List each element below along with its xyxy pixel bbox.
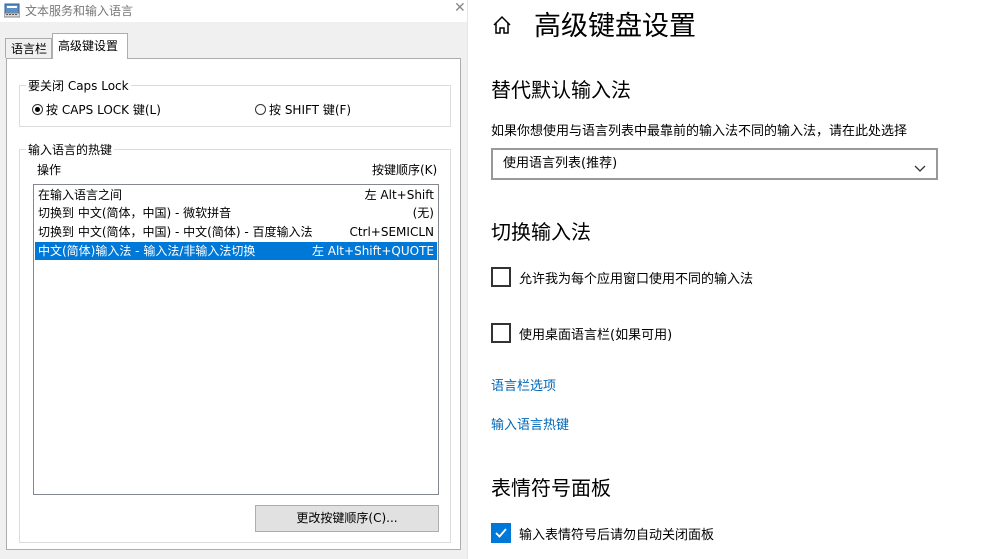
default-input-method-dropdown[interactable]: 使用语言列表(推荐) — [491, 148, 938, 180]
emoji-heading: 表情符号面板 — [491, 476, 611, 500]
change-key-sequence-button[interactable]: 更改按键顺序(C)... — [255, 505, 439, 532]
hotkey-action: 切换到 中文(简体，中国) - 微软拼音 — [38, 206, 232, 220]
list-item-selected[interactable]: 中文(简体)输入法 - 输入法/非输入法切换 左 Alt+Shift+QUOTE — [35, 242, 437, 260]
hotkey-keys: 左 Alt+Shift+QUOTE — [311, 244, 434, 258]
page-title: 高级键盘设置 — [534, 11, 696, 42]
list-item[interactable]: 在输入语言之间 左 Alt+Shift — [35, 186, 437, 204]
caps-lock-key-label: 按 CAPS LOCK 键(L) — [46, 103, 161, 117]
tab-language-bar[interactable]: 语言栏 — [5, 38, 52, 58]
keyboard-app-icon — [3, 2, 21, 18]
caps-lock-legend: 要关闭 Caps Lock — [26, 77, 131, 94]
radio-selected-icon — [32, 104, 43, 115]
hotkey-action: 中文(简体)输入法 - 输入法/非输入法切换 — [38, 244, 256, 258]
col-header-keys: 按键顺序(K) — [372, 163, 438, 177]
tab-advanced-key-settings[interactable]: 高级键设置 — [52, 33, 128, 59]
emoji-keep-open-label: 输入表情符号后请勿自动关闭面板 — [519, 528, 715, 543]
col-header-action: 操作 — [37, 163, 62, 177]
hotkey-keys: Ctrl+SEMICLN — [349, 225, 434, 239]
per-app-input-label: 允许我为每个应用窗口使用不同的输入法 — [519, 272, 754, 287]
list-item[interactable]: 切换到 中文(简体，中国) - 中文(简体) - 百度输入法 Ctrl+SEMI… — [35, 223, 437, 241]
emoji-keep-open-checkbox[interactable] — [491, 523, 511, 543]
input-language-hotkeys-link[interactable]: 输入语言热键 — [491, 414, 569, 433]
home-icon[interactable] — [491, 14, 513, 36]
switching-heading: 切换输入法 — [491, 220, 591, 244]
checkmark-icon — [495, 528, 507, 538]
list-item[interactable]: 切换到 中文(简体，中国) - 微软拼音 (无) — [35, 204, 437, 222]
hotkey-keys: 左 Alt+Shift — [364, 188, 434, 202]
shift-key-radio[interactable]: 按 SHIFT 键(F) — [255, 101, 351, 118]
hotkey-keys: (无) — [412, 206, 434, 220]
override-description: 如果你想使用与语言列表中最靠前的输入法不同的输入法，请在此处选择 — [491, 124, 908, 139]
radio-unselected-icon — [255, 104, 266, 115]
per-app-input-checkbox[interactable] — [491, 267, 511, 287]
text-services-dialog: 文本服务和输入语言 ✕ 语言栏 高级键设置 要关闭 Caps Lock 按 CA… — [0, 0, 467, 559]
language-bar-options-link[interactable]: 语言栏选项 — [491, 375, 556, 394]
dialog-title: 文本服务和输入语言 — [25, 4, 134, 18]
override-heading: 替代默认输入法 — [491, 78, 631, 102]
desktop-language-bar-label: 使用桌面语言栏(如果可用) — [519, 328, 673, 343]
chevron-down-icon — [914, 158, 926, 172]
shift-key-label: 按 SHIFT 键(F) — [269, 103, 352, 117]
hotkey-action: 切换到 中文(简体，中国) - 中文(简体) - 百度输入法 — [38, 225, 313, 239]
caps-lock-group: 要关闭 Caps Lock 按 CAPS LOCK 键(L) 按 SHIFT 键… — [19, 77, 451, 127]
hotkey-list[interactable]: 在输入语言之间 左 Alt+Shift 切换到 中文(简体，中国) - 微软拼音… — [33, 184, 439, 495]
hotkey-legend: 输入语言的热键 — [26, 141, 115, 158]
dialog-titlebar: 文本服务和输入语言 ✕ — [0, 0, 467, 22]
close-icon[interactable]: ✕ — [454, 0, 466, 16]
caps-lock-key-radio[interactable]: 按 CAPS LOCK 键(L) — [32, 101, 161, 118]
dropdown-value: 使用语言列表(推荐) — [503, 156, 618, 171]
desktop-language-bar-checkbox[interactable] — [491, 323, 511, 343]
advanced-keyboard-settings-page: 高级键盘设置 替代默认输入法 如果你想使用与语言列表中最靠前的输入法不同的输入法… — [467, 0, 997, 559]
hotkey-action: 在输入语言之间 — [38, 188, 123, 202]
